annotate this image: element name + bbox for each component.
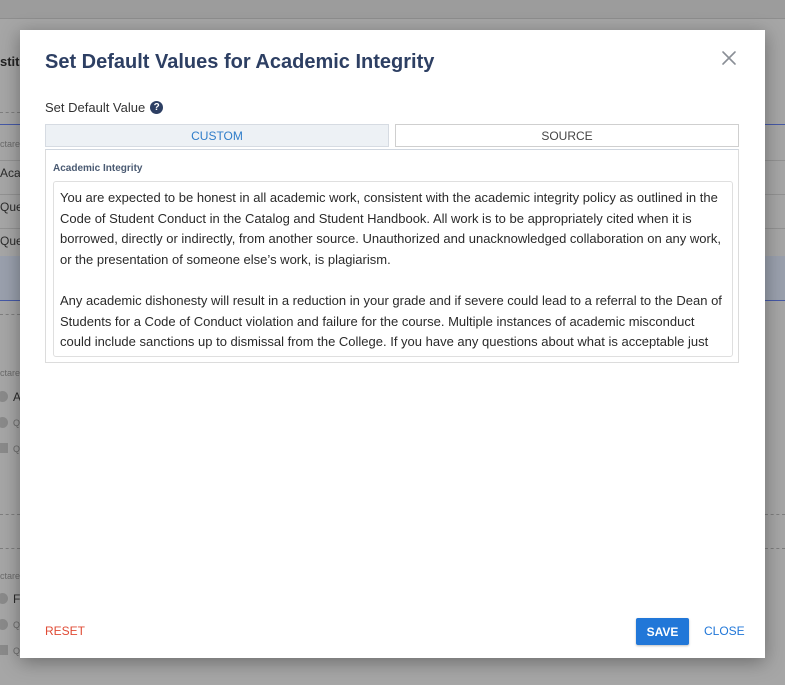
set-default-value-text: Set Default Value (45, 100, 146, 115)
close-button[interactable]: CLOSE (704, 624, 745, 638)
set-default-values-dialog: Set Default Values for Academic Integrit… (20, 30, 765, 658)
save-button[interactable]: SAVE (636, 618, 689, 645)
dialog-title: Set Default Values for Academic Integrit… (45, 51, 435, 73)
value-source-tabs: CUSTOM SOURCE (45, 124, 739, 149)
tab-custom[interactable]: CUSTOM (45, 124, 389, 147)
set-default-value-label: Set Default Value ? (45, 100, 164, 115)
close-icon[interactable] (720, 49, 738, 67)
academic-integrity-label: Academic Integrity (53, 163, 143, 174)
reset-button[interactable]: RESET (45, 624, 85, 638)
custom-tab-panel: Academic Integrity You are expected to b… (45, 149, 739, 363)
tab-source[interactable]: SOURCE (395, 124, 739, 147)
text-paragraph: You are expected to be honest in all aca… (60, 190, 721, 267)
text-paragraph: Any academic dishonesty will result in a… (60, 292, 722, 356)
academic-integrity-textarea[interactable]: You are expected to be honest in all aca… (53, 181, 733, 357)
help-icon[interactable]: ? (150, 101, 164, 114)
